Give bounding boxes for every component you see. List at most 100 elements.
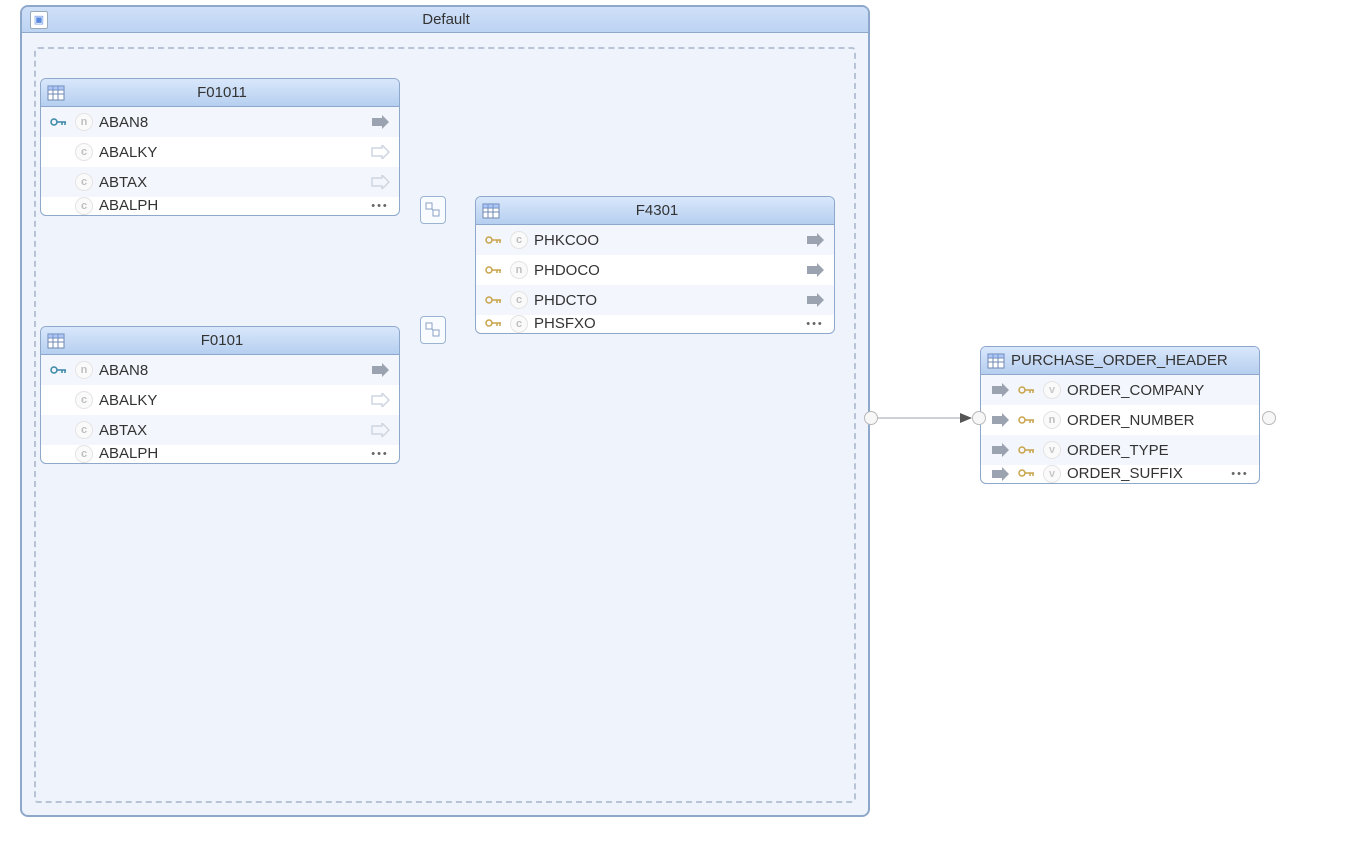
entity-title: F0101 <box>71 332 393 349</box>
type-icon-n: n <box>1043 411 1061 429</box>
column-name: PHDCTO <box>534 292 798 309</box>
column-name: ORDER_TYPE <box>1067 442 1251 459</box>
entity-header[interactable]: PURCHASE_ORDER_HEADER <box>981 347 1259 375</box>
column-name: PHSFXO <box>534 315 798 332</box>
column-name: ABTAX <box>99 174 363 191</box>
out-arrow-icon <box>804 261 826 279</box>
in-arrow-icon <box>989 465 1011 483</box>
container-header: ▣ Default <box>22 7 868 33</box>
key-icon <box>484 262 504 278</box>
out-arrow-hollow-icon <box>369 391 391 409</box>
type-icon-c: c <box>75 421 93 439</box>
output-port[interactable] <box>1262 411 1276 425</box>
column-name: ORDER_NUMBER <box>1067 412 1251 429</box>
key-icon <box>49 114 69 130</box>
column-name: PHKCOO <box>534 232 798 249</box>
join-icon <box>424 321 442 339</box>
entity-rows: v ORDER_COMPANY n ORDER_NUMBER v ORDER_T… <box>981 375 1259 483</box>
key-icon <box>484 292 504 308</box>
type-icon-c: c <box>510 315 528 333</box>
table-row[interactable]: c ABALPH ••• <box>41 445 399 463</box>
join-icon <box>424 201 442 219</box>
diagram-canvas: ▣ Default F01011 n ABAN8 c ABALKY <box>0 0 1372 858</box>
join-node[interactable] <box>420 316 446 344</box>
in-arrow-icon <box>989 411 1011 429</box>
column-name: ORDER_SUFFIX <box>1067 465 1223 482</box>
type-icon-c: c <box>75 143 93 161</box>
table-icon <box>482 203 500 219</box>
table-row[interactable]: c PHSFXO ••• <box>476 315 834 333</box>
entity-header[interactable]: F0101 <box>41 327 399 355</box>
more-icon: ••• <box>1229 465 1251 483</box>
entity-title: F4301 <box>506 202 828 219</box>
key-icon <box>1017 442 1037 458</box>
type-icon-v: v <box>1043 381 1061 399</box>
entity-f01011[interactable]: F01011 n ABAN8 c ABALKY c ABTAX <box>40 78 400 216</box>
type-icon-c: c <box>510 231 528 249</box>
more-icon: ••• <box>804 315 826 333</box>
entity-rows: n ABAN8 c ABALKY c ABTAX c ABALPH ••• <box>41 355 399 463</box>
entity-f0101[interactable]: F0101 n ABAN8 c ABALKY c ABTAX <box>40 326 400 464</box>
table-icon <box>987 353 1005 369</box>
table-row[interactable]: c PHDCTO <box>476 285 834 315</box>
out-arrow-hollow-icon <box>369 143 391 161</box>
entity-title: PURCHASE_ORDER_HEADER <box>1011 352 1253 369</box>
column-name: ABAN8 <box>99 114 363 131</box>
out-arrow-hollow-icon <box>369 173 391 191</box>
output-port[interactable] <box>864 411 878 425</box>
column-name: ABALPH <box>99 197 363 214</box>
type-icon-n: n <box>75 361 93 379</box>
table-row[interactable]: c ABTAX <box>41 415 399 445</box>
key-icon <box>484 232 504 248</box>
type-icon-c: c <box>75 173 93 191</box>
entity-header[interactable]: F4301 <box>476 197 834 225</box>
column-name: PHDOCO <box>534 262 798 279</box>
out-arrow-icon <box>804 231 826 249</box>
out-arrow-icon <box>369 113 391 131</box>
table-row[interactable]: v ORDER_SUFFIX ••• <box>981 465 1259 483</box>
column-name: ABALPH <box>99 445 363 462</box>
key-icon <box>1017 412 1037 428</box>
input-port[interactable] <box>972 411 986 425</box>
out-arrow-icon <box>804 291 826 309</box>
in-arrow-icon <box>989 381 1011 399</box>
key-icon <box>1017 465 1037 481</box>
column-name: ABALKY <box>99 392 363 409</box>
table-row[interactable]: v ORDER_TYPE <box>981 435 1259 465</box>
table-row[interactable]: c ABALPH ••• <box>41 197 399 215</box>
column-name: ABAN8 <box>99 362 363 379</box>
entity-header[interactable]: F01011 <box>41 79 399 107</box>
entity-rows: c PHKCOO n PHDOCO c PHDCTO c PHSFXO ••• <box>476 225 834 333</box>
container-icon: ▣ <box>30 11 48 29</box>
entity-f4301[interactable]: F4301 c PHKCOO n PHDOCO c PHDCTO <box>475 196 835 334</box>
type-icon-c: c <box>75 197 93 215</box>
more-icon: ••• <box>369 197 391 215</box>
column-name: ABTAX <box>99 422 363 439</box>
type-icon-c: c <box>510 291 528 309</box>
table-row[interactable]: c PHKCOO <box>476 225 834 255</box>
type-icon-c: c <box>75 391 93 409</box>
table-row[interactable]: c ABALKY <box>41 385 399 415</box>
table-row[interactable]: c ABALKY <box>41 137 399 167</box>
entity-purchase-order-header[interactable]: PURCHASE_ORDER_HEADER v ORDER_COMPANY n … <box>980 346 1260 484</box>
key-icon <box>1017 382 1037 398</box>
join-node[interactable] <box>420 196 446 224</box>
in-arrow-icon <box>989 441 1011 459</box>
more-icon: ••• <box>369 445 391 463</box>
type-icon-n: n <box>510 261 528 279</box>
table-row[interactable]: v ORDER_COMPANY <box>981 375 1259 405</box>
table-row[interactable]: n PHDOCO <box>476 255 834 285</box>
out-arrow-hollow-icon <box>369 421 391 439</box>
table-row[interactable]: n ORDER_NUMBER <box>981 405 1259 435</box>
table-row[interactable]: c ABTAX <box>41 167 399 197</box>
container-title: Default <box>54 11 868 28</box>
table-icon <box>47 333 65 349</box>
entity-rows: n ABAN8 c ABALKY c ABTAX c ABALPH ••• <box>41 107 399 215</box>
table-row[interactable]: n ABAN8 <box>41 107 399 137</box>
type-icon-v: v <box>1043 441 1061 459</box>
type-icon-n: n <box>75 113 93 131</box>
out-arrow-icon <box>369 361 391 379</box>
entity-title: F01011 <box>71 84 393 101</box>
type-icon-c: c <box>75 445 93 463</box>
table-row[interactable]: n ABAN8 <box>41 355 399 385</box>
